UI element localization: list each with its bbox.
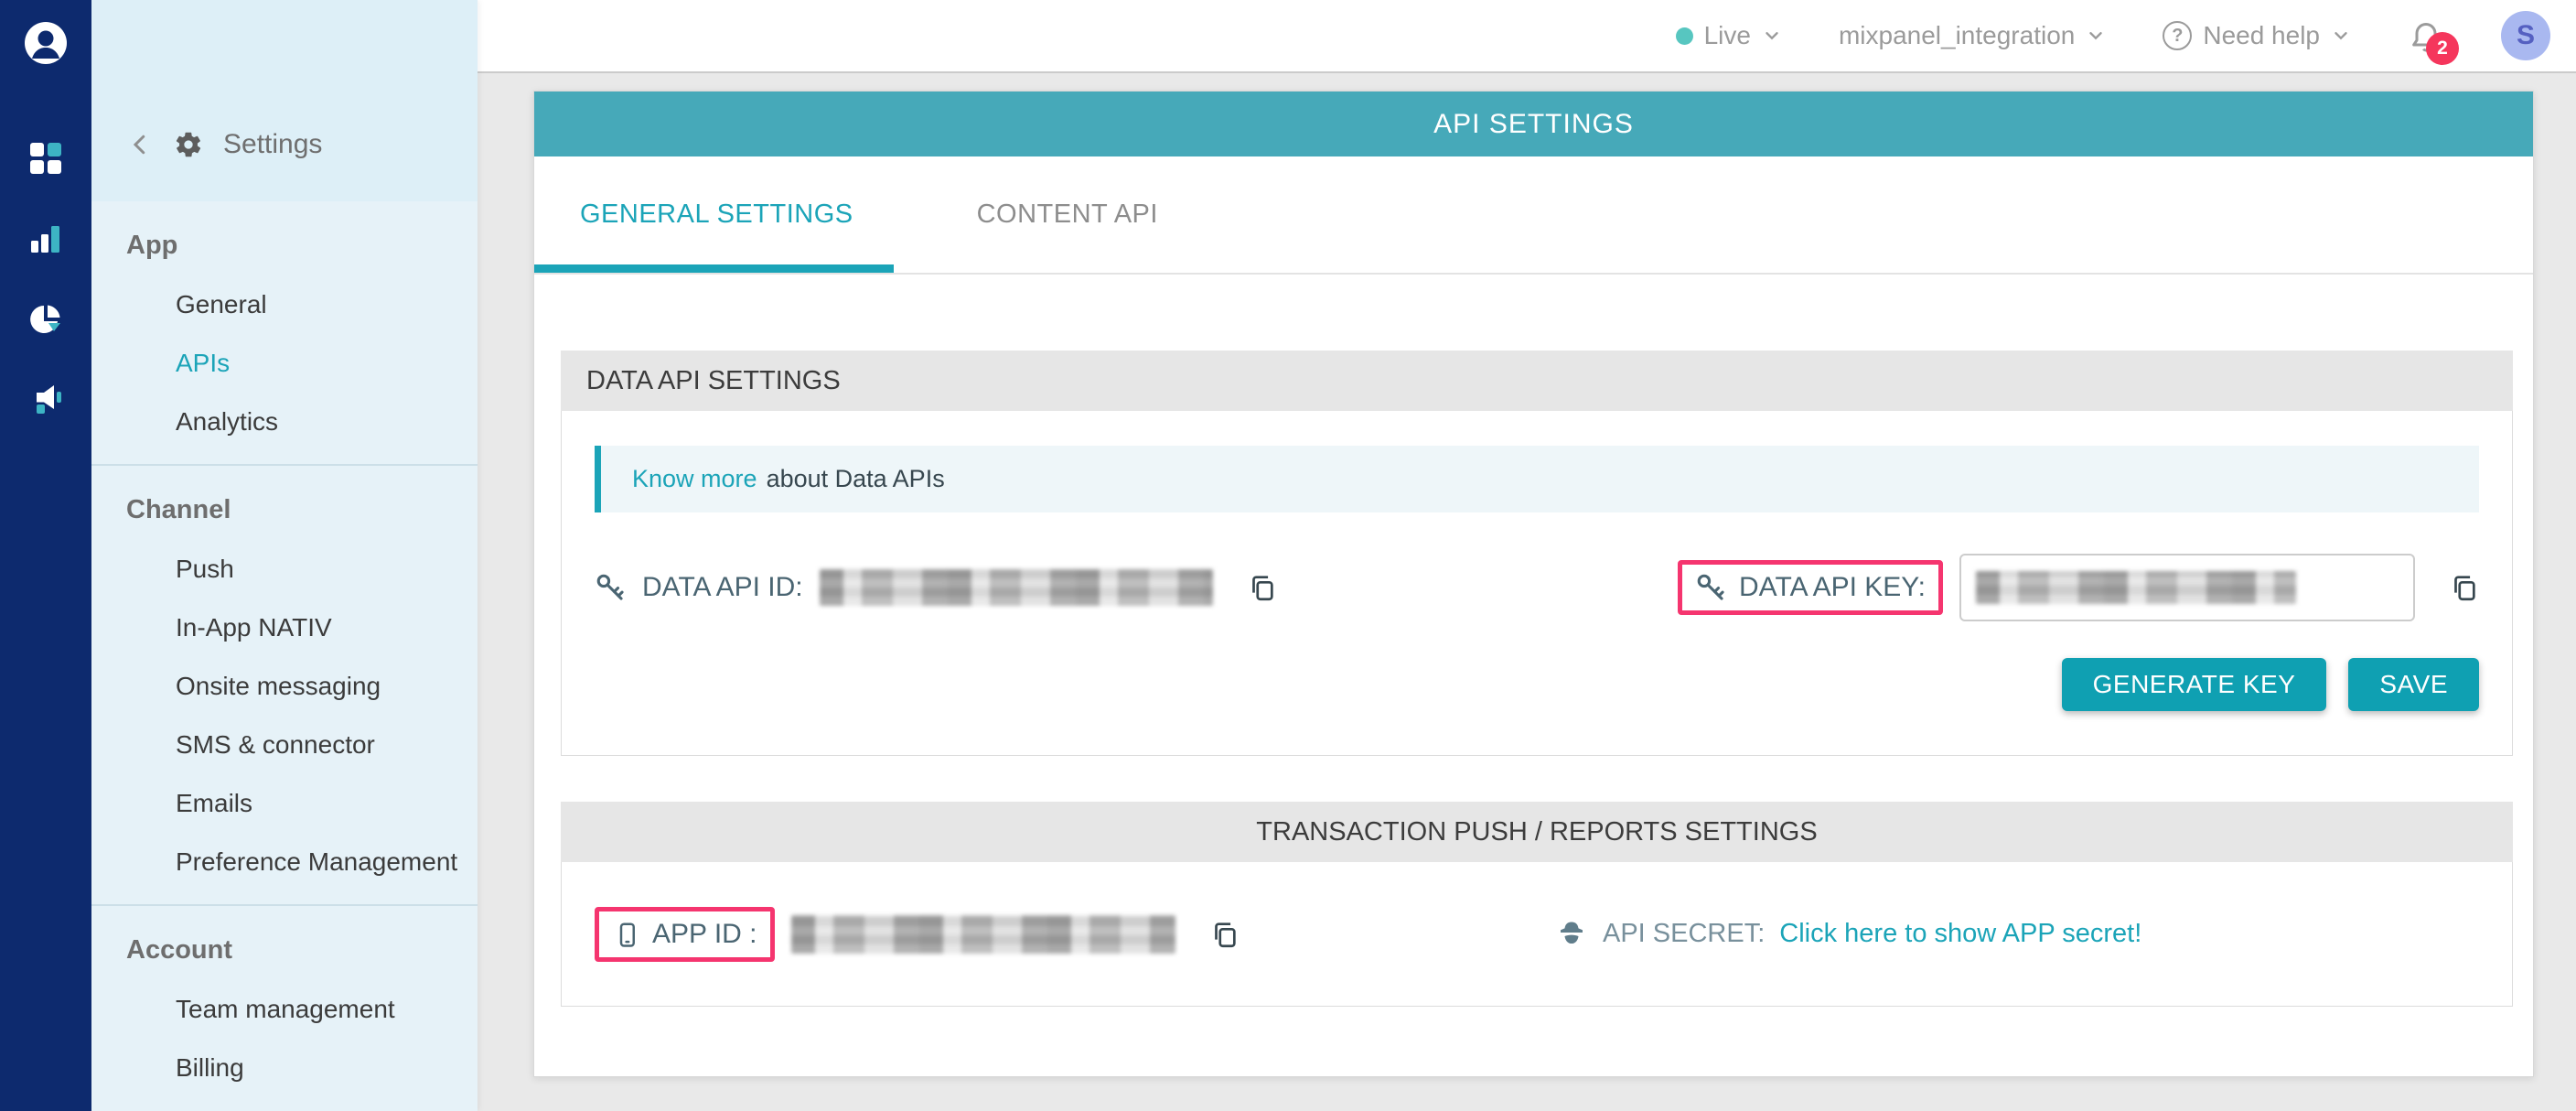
live-status-dot-icon xyxy=(1676,27,1693,45)
project-name: mixpanel_integration xyxy=(1839,21,2075,50)
help-question-icon: ? xyxy=(2163,21,2192,50)
sidebar-item-preference-management[interactable]: Preference Management xyxy=(91,833,478,891)
segments-pie-icon[interactable] xyxy=(28,302,63,337)
chevron-down-icon xyxy=(2086,26,2106,46)
sidebar-item-general[interactable]: General xyxy=(91,275,478,334)
sidebar-item-apis[interactable]: APIs xyxy=(91,334,478,393)
key-icon xyxy=(595,572,626,603)
data-api-id-field: DATA API ID: xyxy=(595,569,1678,606)
section-title-app: App xyxy=(91,231,478,261)
tab-general-settings[interactable]: GENERAL SETTINGS xyxy=(580,200,853,230)
need-help-dropdown[interactable]: ? Need help xyxy=(2163,21,2351,50)
dashboard-grid-icon[interactable] xyxy=(28,141,63,176)
sidebar-item-emails[interactable]: Emails xyxy=(91,774,478,833)
data-api-key-highlight-box: DATA API KEY: xyxy=(1678,560,1943,615)
sidebar-item-push[interactable]: Push xyxy=(91,540,478,599)
sidebar-item-inapp-nativ[interactable]: In-App NATIV xyxy=(91,599,478,657)
data-api-settings-header: DATA API SETTINGS xyxy=(561,351,2513,411)
sidebar-section-channel: Channel Push In-App NATIV Onsite messagi… xyxy=(91,466,478,891)
mobile-phone-icon xyxy=(612,921,639,948)
analytics-bars-icon[interactable] xyxy=(28,221,63,256)
transaction-push-header: TRANSACTION PUSH / REPORTS SETTINGS xyxy=(561,802,2513,862)
environment-dropdown[interactable]: Live xyxy=(1676,21,1782,50)
app-id-highlight-box: APP ID : xyxy=(595,907,775,962)
settings-sidebar: Settings App General APIs Analytics Chan… xyxy=(91,0,478,1111)
copy-icon[interactable] xyxy=(1246,572,1277,603)
app-id-value-redacted xyxy=(791,915,1175,954)
transaction-push-section: TRANSACTION PUSH / REPORTS SETTINGS APP … xyxy=(561,802,2513,1007)
data-api-key-field: DATA API KEY: xyxy=(1678,554,2479,621)
back-chevron-icon[interactable] xyxy=(126,131,154,158)
sidebar-item-sms-connector[interactable]: SMS & connector xyxy=(91,716,478,774)
know-more-banner: Know more about Data APIs xyxy=(595,446,2479,512)
app-id-label: APP ID : xyxy=(652,919,757,950)
nav-rail xyxy=(0,0,91,1111)
data-api-id-value-redacted xyxy=(820,569,1213,606)
tab-content-api[interactable]: CONTENT API xyxy=(977,200,1158,230)
banner-text: about Data APIs xyxy=(767,465,945,493)
section-title-channel: Channel xyxy=(91,495,478,525)
topbar: Live mixpanel_integration ? Need help 2 … xyxy=(478,0,2576,73)
sidebar-item-analytics[interactable]: Analytics xyxy=(91,393,478,451)
know-more-link[interactable]: Know more xyxy=(632,465,757,493)
notification-count-badge: 2 xyxy=(2426,32,2459,65)
project-dropdown[interactable]: mixpanel_integration xyxy=(1839,21,2106,50)
campaigns-megaphone-icon[interactable] xyxy=(28,383,63,417)
chevron-down-icon xyxy=(2331,26,2351,46)
environment-label: Live xyxy=(1704,21,1751,50)
api-settings-card: API SETTINGS GENERAL SETTINGS CONTENT AP… xyxy=(533,91,2534,1077)
key-icon xyxy=(1695,572,1726,603)
data-api-key-value-redacted xyxy=(1976,571,2296,604)
section-title-account: Account xyxy=(91,935,478,965)
copy-icon[interactable] xyxy=(1208,919,1240,950)
spy-secret-icon xyxy=(1555,918,1588,951)
sidebar-item-billing[interactable]: Billing xyxy=(91,1039,478,1097)
api-secret-label: API SECRET: xyxy=(1603,919,1765,949)
moengage-logo-icon[interactable] xyxy=(25,22,67,64)
chevron-down-icon xyxy=(1762,26,1782,46)
app-id-field: APP ID : xyxy=(595,907,1555,962)
generate-key-button[interactable]: GENERATE KEY xyxy=(2062,658,2327,711)
data-api-settings-section: DATA API SETTINGS Know more about Data A… xyxy=(561,351,2513,756)
data-api-id-label: DATA API ID: xyxy=(642,572,803,603)
main-content-area: API SETTINGS GENERAL SETTINGS CONTENT AP… xyxy=(478,75,2576,1111)
sidebar-title: Settings xyxy=(223,129,322,160)
sidebar-header: Settings xyxy=(91,0,478,201)
page-title: API SETTINGS xyxy=(534,92,2533,156)
sidebar-section-account: Account Team management Billing xyxy=(91,906,478,1097)
sidebar-item-onsite-messaging[interactable]: Onsite messaging xyxy=(91,657,478,716)
show-app-secret-link[interactable]: Click here to show APP secret! xyxy=(1779,919,2141,949)
tab-bar: GENERAL SETTINGS CONTENT API xyxy=(534,156,2533,275)
notifications-bell-icon[interactable]: 2 xyxy=(2408,17,2444,54)
gear-icon xyxy=(174,130,203,159)
need-help-label: Need help xyxy=(2203,21,2320,50)
data-api-key-label: DATA API KEY: xyxy=(1739,572,1926,603)
copy-icon[interactable] xyxy=(2448,572,2479,603)
sidebar-item-team-management[interactable]: Team management xyxy=(91,980,478,1039)
save-button[interactable]: SAVE xyxy=(2348,658,2479,711)
api-secret-field: API SECRET: Click here to show APP secre… xyxy=(1555,918,2479,951)
sidebar-section-app: App General APIs Analytics xyxy=(91,201,478,451)
data-api-key-input[interactable] xyxy=(1959,554,2415,621)
user-avatar[interactable]: S xyxy=(2501,11,2550,60)
